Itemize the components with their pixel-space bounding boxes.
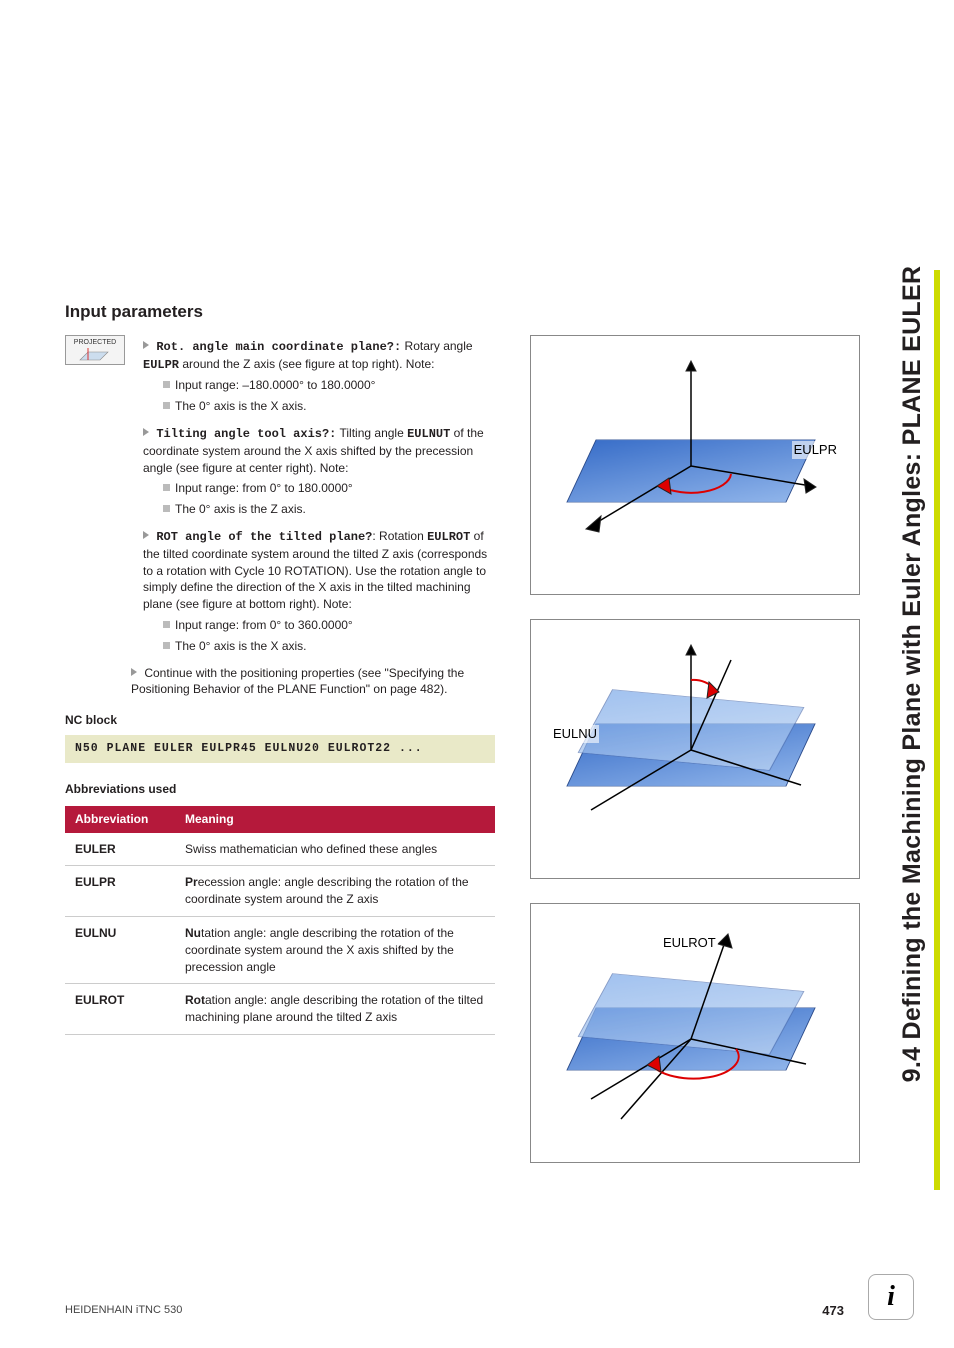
- figure-eulnu: EULNU: [530, 619, 860, 879]
- param-bullet: Input range: from 0° to 360.0000°: [163, 617, 495, 634]
- parameter-list: Rot. angle main coordinate plane?: Rotar…: [143, 338, 495, 698]
- meaning-rest: Swiss mathematician who defined these an…: [185, 842, 437, 856]
- nc-block-heading: NC block: [65, 712, 495, 729]
- page-number: 473: [822, 1302, 844, 1320]
- arrow-icon: [143, 341, 149, 349]
- abbr-cell: EULER: [65, 833, 175, 866]
- square-bullet-icon: [163, 642, 170, 649]
- param-bullet: The 0° axis is the X axis.: [163, 398, 495, 415]
- side-accent-bar: [934, 270, 940, 1190]
- param-bullet: The 0° axis is the X axis.: [163, 638, 495, 655]
- param-bullet: Input range: from 0° to 180.0000°: [163, 480, 495, 497]
- square-bullet-icon: [163, 381, 170, 388]
- bullet-text: Input range: from 0° to 360.0000°: [175, 618, 353, 632]
- figure-column: EULPR EULNU EULROT: [530, 335, 860, 1187]
- param-eulnut: Tilting angle tool axis?: Tilting angle …: [143, 425, 495, 518]
- bullet-text: Input range: from 0° to 180.0000°: [175, 481, 353, 495]
- figure-axes-icon: [531, 336, 861, 596]
- square-bullet-icon: [163, 505, 170, 512]
- param-text: Rotary angle: [401, 339, 472, 353]
- continue-text: Continue with the positioning properties…: [131, 666, 464, 697]
- table-row: EULROT Rotation angle: angle describing …: [65, 984, 495, 1035]
- meaning-bold: Rot: [185, 993, 205, 1007]
- figure-axes-icon: [531, 620, 861, 880]
- meaning-rest: ation angle: angle describing the rotati…: [185, 993, 483, 1024]
- square-bullet-icon: [163, 402, 170, 409]
- abbreviations-table: Abbreviation Meaning EULER Swiss mathema…: [65, 806, 495, 1035]
- figure-eulpr: EULPR: [530, 335, 860, 595]
- param-eulrot: ROT angle of the tilted plane?: Rotation…: [143, 528, 495, 655]
- arrow-icon: [143, 531, 149, 539]
- side-section-title: 9.4 Defining the Machining Plane with Eu…: [895, 266, 930, 1083]
- arrow-icon: [131, 668, 137, 676]
- meaning-bold: Pr: [185, 875, 198, 889]
- param-code: EULROT: [427, 530, 470, 544]
- meaning-rest: tation angle: angle describing the rotat…: [185, 926, 454, 974]
- param-code: EULNUT: [407, 427, 450, 441]
- meaning-cell: Nutation angle: angle describing the rot…: [175, 917, 495, 984]
- abbr-cell: EULROT: [65, 984, 175, 1035]
- square-bullet-icon: [163, 621, 170, 628]
- param-bullet: Input range: –180.0000° to 180.0000°: [163, 377, 495, 394]
- main-content: Input parameters Rot. angle main coordin…: [65, 300, 495, 1035]
- param-text: : Rotation: [372, 529, 427, 543]
- table-row: EULER Swiss mathematician who defined th…: [65, 833, 495, 866]
- table-row: EULPR Precession angle: angle describing…: [65, 866, 495, 917]
- square-bullet-icon: [163, 484, 170, 491]
- figure-eulrot: EULROT: [530, 903, 860, 1163]
- abbr-heading: Abbreviations used: [65, 781, 495, 798]
- param-desc: around the Z axis (see figure at top rig…: [179, 357, 434, 371]
- meaning-cell: Precession angle: angle describing the r…: [175, 866, 495, 917]
- projected-icon: [70, 348, 120, 364]
- meaning-rest: ecession angle: angle describing the rot…: [185, 875, 469, 906]
- bullet-text: The 0° axis is the Z axis.: [175, 502, 306, 516]
- footer-left: HEIDENHAIN iTNC 530: [65, 1303, 182, 1318]
- figure-label: EULNU: [551, 725, 599, 743]
- nc-block-code: N50 PLANE EULER EULPR45 EULNU20 EULROT22…: [65, 735, 495, 763]
- meaning-bold: Nu: [185, 926, 201, 940]
- meaning-cell: Rotation angle: angle describing the rot…: [175, 984, 495, 1035]
- info-icon[interactable]: i: [868, 1274, 914, 1320]
- abbr-cell: EULNU: [65, 917, 175, 984]
- table-row: EULNU Nutation angle: angle describing t…: [65, 917, 495, 984]
- table-header-abbr: Abbreviation: [65, 806, 175, 833]
- table-header-meaning: Meaning: [175, 806, 495, 833]
- abbr-cell: EULPR: [65, 866, 175, 917]
- arrow-icon: [143, 428, 149, 436]
- page-footer: HEIDENHAIN iTNC 530 473: [65, 1302, 914, 1320]
- param-prompt: Tilting angle tool axis?:: [156, 427, 336, 441]
- figure-label: EULPR: [792, 441, 839, 459]
- param-text: Tilting angle: [336, 426, 407, 440]
- meaning-cell: Swiss mathematician who defined these an…: [175, 833, 495, 866]
- bullet-text: Input range: –180.0000° to 180.0000°: [175, 378, 375, 392]
- projected-label: PROJECTED: [74, 339, 116, 346]
- bullet-text: The 0° axis is the X axis.: [175, 639, 307, 653]
- param-prompt: ROT angle of the tilted plane?: [156, 530, 372, 544]
- param-eulpr: Rot. angle main coordinate plane?: Rotar…: [143, 338, 495, 415]
- param-continue: Continue with the positioning properties…: [131, 665, 495, 699]
- bullet-text: The 0° axis is the X axis.: [175, 399, 307, 413]
- param-bullet: The 0° axis is the Z axis.: [163, 501, 495, 518]
- param-code: EULPR: [143, 358, 179, 372]
- param-prompt: Rot. angle main coordinate plane?:: [156, 340, 401, 354]
- projected-button[interactable]: PROJECTED: [65, 335, 125, 365]
- page-heading: Input parameters: [65, 300, 495, 324]
- figure-label: EULROT: [661, 934, 718, 952]
